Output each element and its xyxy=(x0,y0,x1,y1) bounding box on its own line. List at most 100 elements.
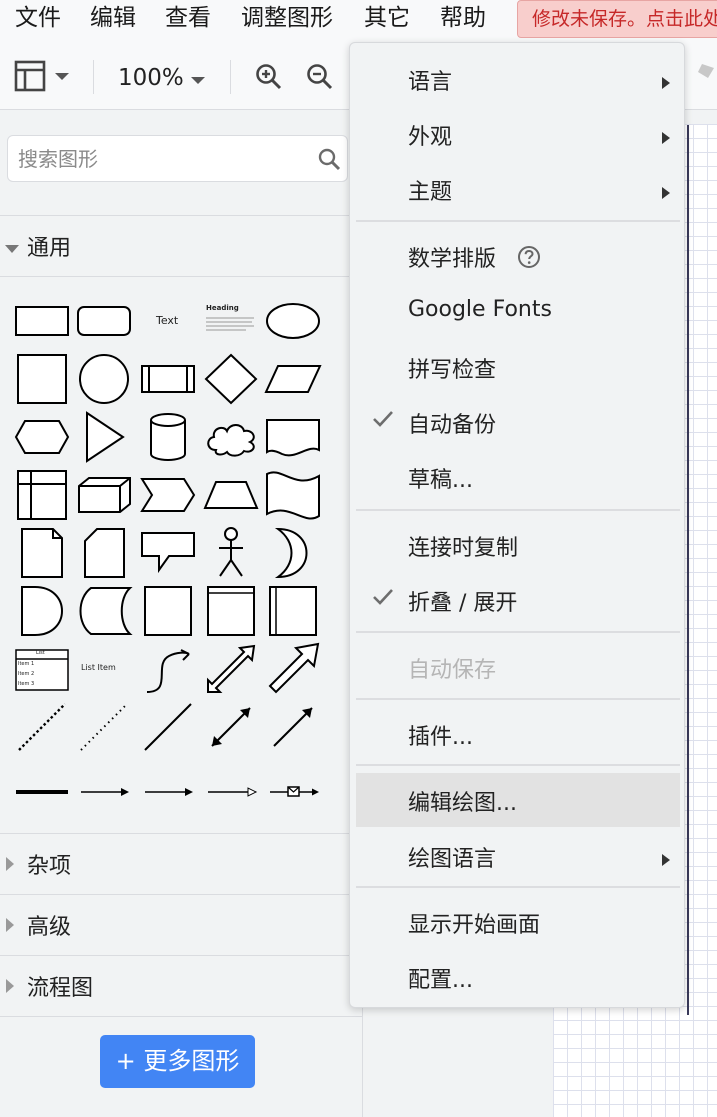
shape-circle[interactable] xyxy=(75,352,133,408)
shape-note[interactable] xyxy=(13,526,71,582)
shape-heading-textbox[interactable]: Heading xyxy=(202,294,260,350)
menu-help[interactable]: 帮助 xyxy=(440,0,486,36)
unsaved-changes-notice[interactable]: 修改未保存。点击此处以保存。 xyxy=(517,0,717,38)
shape-text-label: Text xyxy=(156,314,179,327)
shape-document[interactable] xyxy=(264,410,322,466)
shape-labeled-arrow-2[interactable] xyxy=(139,758,197,814)
shape-delay[interactable] xyxy=(13,584,71,640)
shape-text[interactable]: Text xyxy=(139,294,197,350)
shape-triangle[interactable] xyxy=(75,410,133,466)
chevron-right-icon xyxy=(662,129,670,148)
shape-block-arrow[interactable] xyxy=(264,642,322,698)
menu-item-autobackup[interactable]: 自动备份 xyxy=(356,395,680,449)
shape-process[interactable] xyxy=(139,352,197,408)
chevron-right-icon xyxy=(5,917,15,936)
shape-curve-arrow[interactable] xyxy=(139,642,197,698)
menu-item-collapse-expand[interactable]: 折叠 / 展开 xyxy=(356,573,680,627)
shape-cylinder[interactable] xyxy=(139,410,197,466)
shape-message-arrow[interactable] xyxy=(264,758,322,814)
shape-or[interactable] xyxy=(264,526,322,582)
menu-item-appearance[interactable]: 外观 xyxy=(356,107,680,161)
shape-internal-storage[interactable] xyxy=(13,468,71,524)
menu-view[interactable]: 查看 xyxy=(165,0,211,36)
shape-list[interactable]: List Item 1 Item 2 Item 3 xyxy=(13,642,71,698)
help-icon[interactable] xyxy=(517,245,541,273)
section-general[interactable]: 通用 xyxy=(0,216,363,276)
shape-actor[interactable] xyxy=(202,526,260,582)
shape-labeled-arrow-1[interactable] xyxy=(75,758,133,814)
shape-palette: Text Heading List Item 1 Item 2 Item 3 L… xyxy=(0,290,363,830)
chevron-right-icon xyxy=(662,74,670,93)
shape-heading-label: Heading xyxy=(206,304,239,312)
extras-dropdown-menu: 语言 外观 主题 数学排版 Google Fonts 拼写检查 自动备份 草稿.… xyxy=(349,42,685,1008)
shapes-sidebar: 通用 Text Heading xyxy=(0,110,363,1117)
menu-item-google-fonts[interactable]: Google Fonts xyxy=(356,285,680,339)
shape-dashed-line[interactable] xyxy=(13,700,71,756)
zoom-out-icon[interactable] xyxy=(306,63,334,95)
shape-square[interactable] xyxy=(13,352,71,408)
shape-card[interactable] xyxy=(75,526,133,582)
shape-callout[interactable] xyxy=(139,526,197,582)
menu-item-math-typesetting[interactable]: 数学排版 xyxy=(356,229,680,283)
shape-swimlane[interactable] xyxy=(202,584,260,640)
shape-stored-data[interactable] xyxy=(75,584,133,640)
zoom-dropdown-icon[interactable] xyxy=(190,71,206,90)
shape-hexagon[interactable] xyxy=(13,410,71,466)
shape-directional-connector[interactable] xyxy=(264,700,322,756)
shape-cube[interactable] xyxy=(75,468,133,524)
search-box xyxy=(7,135,348,182)
section-title: 流程图 xyxy=(27,976,94,1001)
format-panel-icon[interactable] xyxy=(14,60,74,96)
section-misc[interactable]: 杂项 xyxy=(0,834,363,894)
checkmark-icon xyxy=(372,587,394,611)
chevron-right-icon xyxy=(5,856,15,875)
fill-color-icon[interactable] xyxy=(698,60,717,88)
section-flowchart[interactable]: 流程图 xyxy=(0,956,363,1016)
more-shapes-button[interactable]: + 更多图形 xyxy=(100,1035,255,1088)
shape-container[interactable] xyxy=(139,584,197,640)
menu-item-diagram-language[interactable]: 绘图语言 xyxy=(356,829,680,883)
section-advanced[interactable]: 高级 xyxy=(0,895,363,955)
shape-cloud[interactable] xyxy=(202,410,260,466)
list-item-3: Item 3 xyxy=(18,681,35,687)
search-input[interactable] xyxy=(18,136,308,181)
shape-ellipse[interactable] xyxy=(264,294,322,350)
shape-rectangle[interactable] xyxy=(13,294,71,350)
menu-item-configuration[interactable]: 配置... xyxy=(356,950,680,1004)
shape-labeled-arrow-3[interactable] xyxy=(202,758,260,814)
menu-item-plugins[interactable]: 插件... xyxy=(356,707,680,761)
menu-item-spellcheck[interactable]: 拼写检查 xyxy=(356,340,680,394)
shape-list-item[interactable]: List Item xyxy=(75,642,133,698)
menu-bar: 文件 编辑 查看 调整图形 其它 帮助 修改未保存。点击此处以保存。 xyxy=(0,0,717,40)
shape-tape[interactable] xyxy=(264,468,322,524)
shape-line[interactable] xyxy=(139,700,197,756)
menu-item-copy-on-connect[interactable]: 连接时复制 xyxy=(356,518,680,572)
shape-bidirectional-connector[interactable] xyxy=(202,700,260,756)
menu-item-theme[interactable]: 主题 xyxy=(356,162,680,216)
chevron-right-icon xyxy=(5,978,15,997)
list-item-2: Item 2 xyxy=(18,671,35,677)
zoom-in-icon[interactable] xyxy=(255,63,283,95)
shape-bidirectional-arrow[interactable] xyxy=(202,642,260,698)
search-icon[interactable] xyxy=(317,147,341,175)
shape-rounded-rectangle[interactable] xyxy=(75,294,133,350)
menu-extras[interactable]: 其它 xyxy=(364,0,410,36)
zoom-level[interactable]: 100% xyxy=(118,65,184,91)
shape-dotted-line[interactable] xyxy=(75,700,133,756)
chevron-down-icon xyxy=(5,240,19,259)
menu-item-language[interactable]: 语言 xyxy=(356,52,680,106)
menu-arrange[interactable]: 调整图形 xyxy=(241,0,333,36)
shape-thick-line[interactable] xyxy=(13,758,71,814)
section-title: 高级 xyxy=(27,915,72,940)
menu-item-drafts[interactable]: 草稿... xyxy=(356,450,680,504)
shape-trapezoid[interactable] xyxy=(202,468,260,524)
menu-file[interactable]: 文件 xyxy=(15,0,61,36)
menu-item-show-start-screen[interactable]: 显示开始画面 xyxy=(356,895,680,949)
menu-item-edit-diagram[interactable]: 编辑绘图... xyxy=(356,773,680,827)
checkmark-icon xyxy=(372,409,394,433)
shape-vertical-swimlane[interactable] xyxy=(264,584,322,640)
shape-step[interactable] xyxy=(139,468,197,524)
shape-parallelogram[interactable] xyxy=(264,352,322,408)
menu-edit[interactable]: 编辑 xyxy=(90,0,136,36)
shape-diamond[interactable] xyxy=(202,352,260,408)
